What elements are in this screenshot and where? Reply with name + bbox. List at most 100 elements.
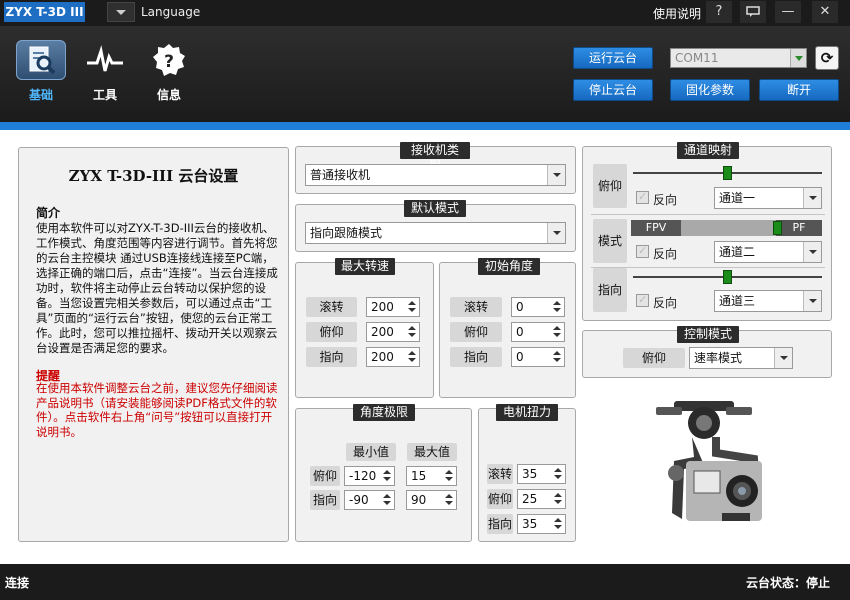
max-speed-yaw-label: 指向 xyxy=(306,347,357,367)
chevron-down-icon xyxy=(803,291,821,311)
torque-yaw-stepper[interactable]: 35 xyxy=(517,514,566,534)
divider xyxy=(591,214,825,215)
channel-map-title: 通道映射 xyxy=(677,142,739,159)
default-mode-panel: 默认模式 指向跟随模式 xyxy=(295,200,576,252)
svg-text:?: ? xyxy=(164,52,174,72)
torque-pitch-stepper[interactable]: 25 xyxy=(517,489,566,509)
init-angle-pitch-stepper[interactable]: 0 xyxy=(511,322,565,342)
spin-arrows-icon[interactable] xyxy=(405,323,419,341)
language-dropdown-button[interactable] xyxy=(107,2,135,22)
run-gimbal-button[interactable]: 运行云台 xyxy=(573,47,653,69)
chat-icon[interactable] xyxy=(740,1,766,23)
mode-switch-track[interactable]: FPV PF xyxy=(631,220,822,236)
spin-arrows-icon[interactable] xyxy=(551,515,565,533)
max-speed-pitch-stepper[interactable]: 200 xyxy=(366,322,420,342)
control-mode-axis-label: 俯仰 xyxy=(623,348,685,368)
yaw-reverse-label: 反向 xyxy=(653,296,678,310)
chevron-down-icon xyxy=(774,348,792,368)
init-angle-panel: 初始角度 滚转 0 俯仰 0 指向 0 xyxy=(439,258,576,398)
com-port-select[interactable]: COM11 xyxy=(670,48,807,68)
spin-arrows-icon[interactable] xyxy=(380,491,394,509)
torque-yaw-label: 指向 xyxy=(487,514,513,534)
magnifier-document-icon xyxy=(16,40,66,80)
pitch-reverse-checkbox[interactable] xyxy=(636,190,649,204)
spin-arrows-icon[interactable] xyxy=(442,491,456,509)
yaw-channel-slider-thumb[interactable] xyxy=(722,270,732,284)
spin-arrows-icon[interactable] xyxy=(550,348,564,366)
control-mode-select[interactable]: 速率模式 xyxy=(689,347,793,369)
language-label[interactable]: Language xyxy=(141,5,200,19)
yaw-min-stepper[interactable]: -90 xyxy=(344,490,395,510)
yaw-channel-select[interactable]: 通道三 xyxy=(714,290,822,312)
yaw-max-stepper[interactable]: 90 xyxy=(406,490,457,510)
refresh-button[interactable]: ⟳ xyxy=(815,46,839,70)
intro-panel: ZYX T-3D-III 云台设置 简介 使用本软件可以对ZYX-T-3D-II… xyxy=(18,147,289,542)
mode-reverse-checkbox[interactable] xyxy=(636,244,649,258)
control-mode-value: 速率模式 xyxy=(694,351,743,365)
spin-arrows-icon[interactable] xyxy=(442,467,456,485)
spin-arrows-icon[interactable] xyxy=(405,348,419,366)
spin-arrows-icon[interactable] xyxy=(550,298,564,316)
max-speed-pitch-value: 200 xyxy=(371,325,394,339)
channel-pitch-label: 俯仰 xyxy=(593,164,627,208)
torque-roll-label: 滚转 xyxy=(487,464,513,484)
stop-gimbal-button[interactable]: 停止云台 xyxy=(573,79,653,101)
pitch-min-stepper[interactable]: -120 xyxy=(344,466,395,486)
yaw-reverse-checkbox[interactable] xyxy=(636,293,649,307)
torque-yaw-value: 35 xyxy=(522,517,538,531)
nav-info[interactable]: ? 信息 xyxy=(142,40,196,110)
chevron-down-icon xyxy=(547,165,565,185)
chevron-down-icon xyxy=(803,188,821,208)
angle-limit-panel: 角度极限 最小值 最大值 俯仰 -120 15 指向 -90 90 xyxy=(295,404,472,542)
nav-tools[interactable]: 工具 xyxy=(78,40,132,110)
firmware-params-button[interactable]: 固化参数 xyxy=(670,79,750,101)
nav-tools-label: 工具 xyxy=(92,88,117,102)
gimbal-product-image xyxy=(634,395,774,535)
gimbal-status: 云台状态：停止 xyxy=(745,576,830,590)
max-speed-roll-label: 滚转 xyxy=(306,297,357,317)
torque-roll-value: 35 xyxy=(522,467,538,481)
pitch-max-value: 15 xyxy=(411,469,427,483)
init-angle-yaw-stepper[interactable]: 0 xyxy=(511,347,565,367)
spin-arrows-icon[interactable] xyxy=(550,323,564,341)
default-mode-value: 指向跟随模式 xyxy=(310,226,383,240)
minimize-icon[interactable]: — xyxy=(775,1,801,23)
disconnect-button[interactable]: 断开 xyxy=(759,79,839,101)
chevron-down-icon xyxy=(803,242,821,262)
pitch-channel-select[interactable]: 通道一 xyxy=(714,187,822,209)
torque-pitch-label: 俯仰 xyxy=(487,489,513,509)
chevron-down-icon xyxy=(790,49,806,67)
pitch-max-stepper[interactable]: 15 xyxy=(406,466,457,486)
mode-channel-value: 通道二 xyxy=(719,245,756,259)
spin-arrows-icon[interactable] xyxy=(551,490,565,508)
max-speed-roll-stepper[interactable]: 200 xyxy=(366,297,420,317)
help-icon[interactable]: ? xyxy=(706,1,732,23)
torque-roll-stepper[interactable]: 35 xyxy=(517,464,566,484)
pitch-min-value: -120 xyxy=(349,469,377,483)
max-speed-panel: 最大转速 滚转 200 俯仰 200 指向 200 xyxy=(295,258,434,398)
max-speed-yaw-stepper[interactable]: 200 xyxy=(366,347,420,367)
close-icon[interactable]: ✕ xyxy=(812,1,838,23)
tip-body: 在使用本软件调整云台之前，建议您先仔细阅读产品说明书（请安装能够阅读PDF格式文… xyxy=(36,381,278,439)
max-value-header: 最大值 xyxy=(407,443,457,461)
spin-arrows-icon[interactable] xyxy=(405,298,419,316)
nav-basic-label: 基础 xyxy=(28,88,53,102)
init-angle-pitch-label: 俯仰 xyxy=(450,322,502,342)
init-angle-roll-stepper[interactable]: 0 xyxy=(511,297,565,317)
mode-channel-select[interactable]: 通道二 xyxy=(714,241,822,263)
min-value-header: 最小值 xyxy=(346,443,396,461)
receiver-title: 接收机类型 xyxy=(400,142,470,173)
spin-arrows-icon[interactable] xyxy=(551,465,565,483)
receiver-select[interactable]: 普通接收机 xyxy=(305,164,566,186)
refresh-icon: ⟳ xyxy=(820,49,834,67)
angle-limit-yaw-label: 指向 xyxy=(310,490,340,510)
mode-channel-slider-thumb[interactable] xyxy=(773,221,783,235)
control-mode-panel: 控制模式 俯仰 速率模式 xyxy=(582,326,832,378)
angle-limit-title: 角度极限 xyxy=(353,404,415,421)
nav-basic[interactable]: 基础 xyxy=(14,40,68,110)
default-mode-select[interactable]: 指向跟随模式 xyxy=(305,222,566,244)
init-angle-roll-value: 0 xyxy=(516,300,524,314)
help-label[interactable]: 使用说明 xyxy=(653,5,701,22)
pitch-channel-slider-thumb[interactable] xyxy=(722,166,732,180)
spin-arrows-icon[interactable] xyxy=(380,467,394,485)
